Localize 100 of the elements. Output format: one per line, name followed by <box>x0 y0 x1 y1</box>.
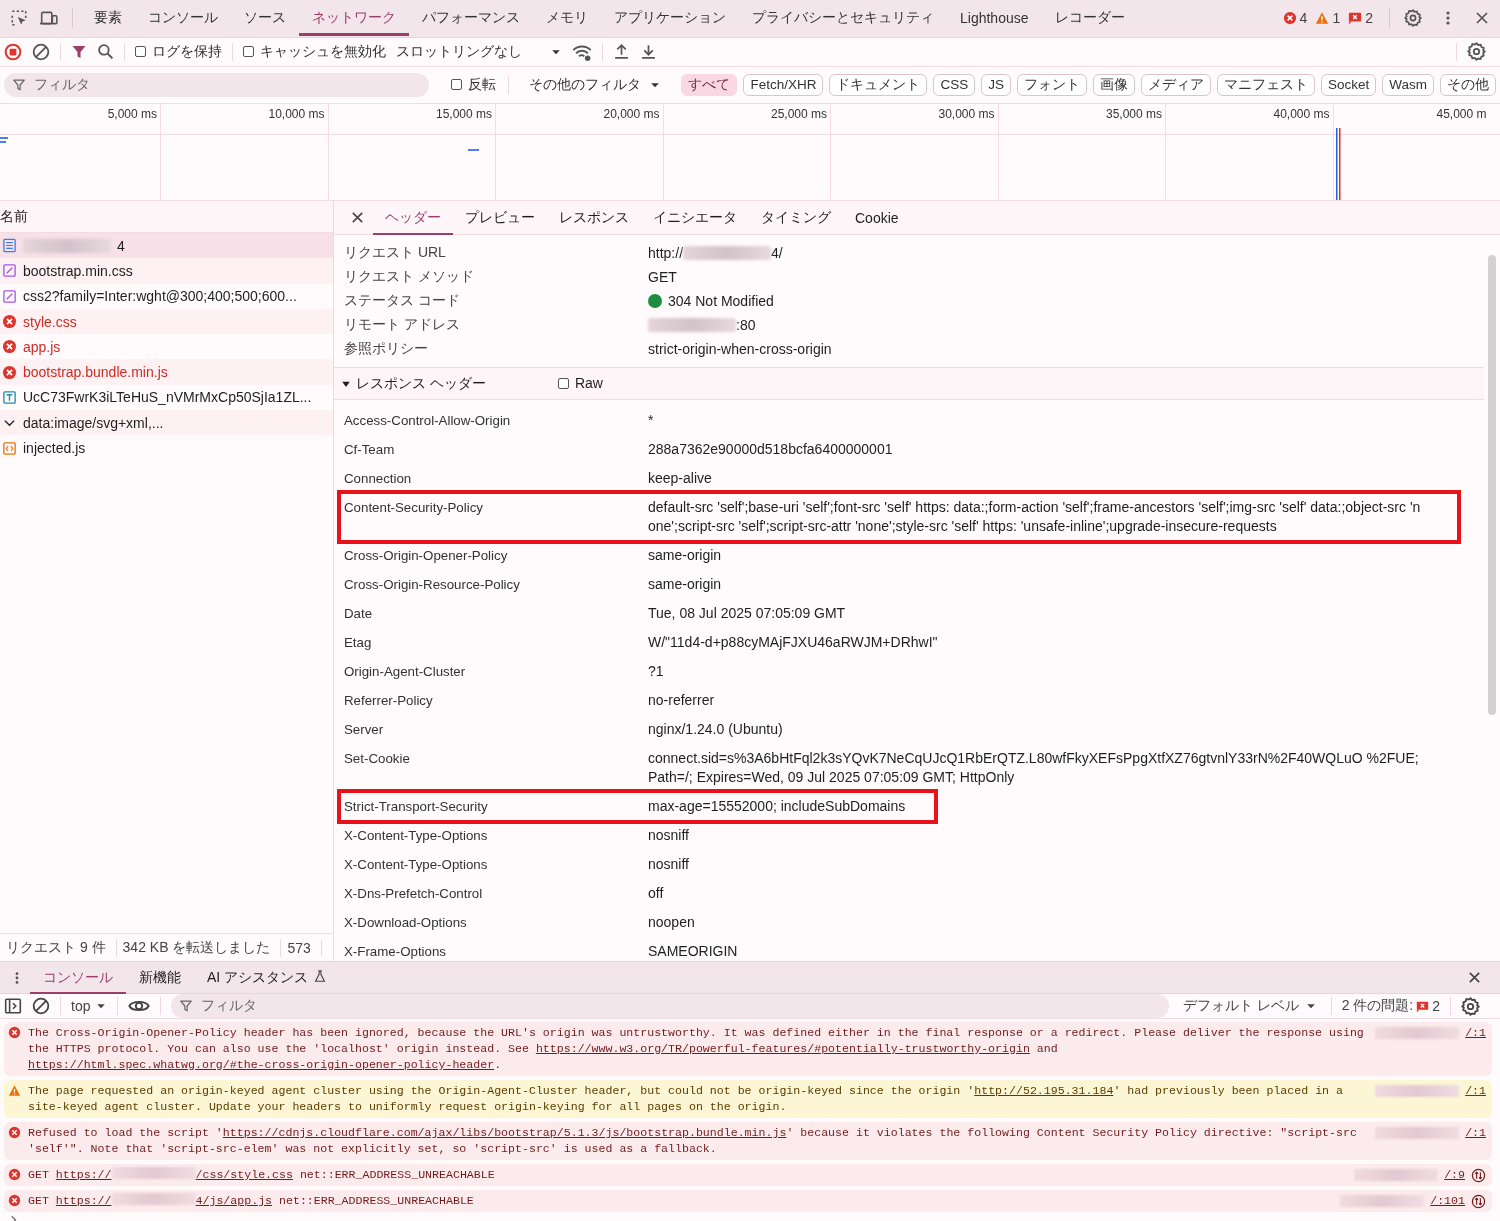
filter-field[interactable]: フィルタ <box>171 994 1169 1018</box>
panel-tab[interactable]: 要素 <box>81 0 135 36</box>
detail-tab[interactable]: レスポンス <box>547 201 641 235</box>
header-name: X-Frame-Options <box>344 943 447 961</box>
general-field-name: ステータス コード <box>344 292 461 310</box>
header-name: Cross-Origin-Resource-Policy <box>344 576 521 594</box>
invert-checkbox[interactable]: 反転 <box>451 75 497 94</box>
warning-count[interactable]: 1 <box>1315 10 1341 26</box>
drawer-tab[interactable]: 新機能 <box>126 962 194 994</box>
request-name: injected.js <box>23 440 86 456</box>
detail-tab[interactable]: タイミング <box>749 201 843 235</box>
general-field-value: GET <box>648 269 677 285</box>
header-name: Connection <box>344 470 413 488</box>
request-row[interactable]: bootstrap.min.css <box>0 258 333 284</box>
header-name: Date <box>344 605 374 623</box>
panel-tab[interactable]: プライバシーとセキュリティ <box>739 0 947 36</box>
header-value: * <box>648 411 654 430</box>
type-filter-chip[interactable]: Wasm <box>1382 73 1434 96</box>
message-link[interactable]: http://52.195.31.184 <box>974 1084 1114 1097</box>
request-row[interactable]: bootstrap.bundle.min.js <box>0 359 333 385</box>
type-filter-chip[interactable]: 画像 <box>1092 73 1135 96</box>
time-tick-label: 10,000 ms <box>268 107 325 121</box>
request-row[interactable]: style.css <box>0 308 333 335</box>
time-tick-label: 20,000 ms <box>603 107 660 121</box>
panel-tab[interactable]: ソース <box>231 0 299 36</box>
source-link[interactable]: /:1 <box>1465 1083 1486 1099</box>
more-filters-dropdown[interactable]: その他のフィルタ <box>521 75 676 94</box>
type-filter-chip[interactable]: フォント <box>1016 73 1087 96</box>
general-field-value: 4/ <box>771 245 783 261</box>
source-link[interactable]: /:101 <box>1430 1193 1465 1209</box>
message-link[interactable]: https://html.spec.whatwg.org/#the-cross-origin-opener-policy-header <box>28 1058 495 1071</box>
type-filter-chip[interactable]: CSS <box>933 73 976 96</box>
detail-tab[interactable]: プレビュー <box>453 201 547 235</box>
type-filter-chip[interactable]: すべて <box>681 73 738 96</box>
filter-placeholder: フィルタ <box>201 997 258 1015</box>
request-row[interactable]: UcC73FwrK3iLTeHuS_nVMrMxCp50SjIa1ZL... <box>0 384 333 411</box>
general-field-name: 参照ポリシー <box>344 340 429 358</box>
detail-tab[interactable]: Cookie <box>843 201 911 235</box>
header-name: Cf-Team <box>344 441 396 459</box>
request-name: bootstrap.min.css <box>23 262 133 279</box>
console-message-text: Refused to load the script 'https://cdnjs.cloudflare.com/ajax/libs/bootstrap/5.1.3/js/bootstrap.bundle.min.js' because it violates the following Content Security Policy directive: "script-src 'self'". Note that 'script-src-elem' was not explicitly set, so 'script-src' is used as a fallback. <box>28 1125 1358 1157</box>
source-link[interactable]: /:9 <box>1444 1167 1465 1183</box>
panel-tab[interactable]: コンソール <box>135 0 231 36</box>
drawer-tab[interactable]: コンソール <box>30 962 126 994</box>
header-value: no-referrer <box>648 691 715 710</box>
type-filter-chip[interactable]: Fetch/XHR <box>743 73 824 96</box>
status-text: 342 KB を転送しました <box>116 938 282 957</box>
detail-tab[interactable]: イニシエータ <box>641 201 749 235</box>
filter-field[interactable]: フィルタ <box>4 72 430 97</box>
request-row[interactable]: app.js <box>0 334 333 360</box>
column-header[interactable]: 名前 <box>0 207 28 226</box>
context-dropdown[interactable]: top <box>71 998 108 1014</box>
header-value: nosniff <box>648 855 689 874</box>
request-row[interactable]: 4 <box>0 233 333 259</box>
preserve-log-checkbox[interactable]: ログを保持 <box>135 42 222 61</box>
throttling-dropdown[interactable]: スロットリングなし <box>396 42 562 61</box>
type-filter-chip[interactable]: JS <box>981 73 1011 96</box>
type-filter-chip[interactable]: その他 <box>1440 73 1496 96</box>
drawer-tab[interactable]: AI アシスタンス <box>194 962 322 994</box>
panel-tab[interactable]: ネットワーク <box>299 0 409 36</box>
header-value: keep-alive <box>648 469 712 488</box>
message-link[interactable]: https:// <box>55 1168 112 1181</box>
type-filter-chip[interactable]: マニフェスト <box>1216 73 1315 96</box>
type-filter-chip[interactable]: メディア <box>1140 73 1211 96</box>
header-name: Etag <box>344 634 373 652</box>
request-row[interactable]: css2?family=Inter:wght@300;400;500;600... <box>0 283 333 309</box>
message-link[interactable]: 4/js/app.js <box>195 1194 273 1207</box>
status-text: 573 <box>281 939 322 956</box>
panel-tab[interactable]: アプリケーション <box>601 0 739 36</box>
message-link[interactable]: https://cdnjs.cloudflare.com/ajax/libs/bootstrap/5.1.3/js/bootstrap.bundle.min.js <box>222 1126 787 1139</box>
request-row[interactable]: data:image/svg+xml,... <box>0 410 333 436</box>
type-filter-chip[interactable]: Socket <box>1320 73 1377 96</box>
panel-tab[interactable]: Lighthouse <box>947 0 1042 36</box>
source-link[interactable]: /:1 <box>1465 1025 1486 1041</box>
disable-cache-checkbox[interactable]: キャッシュを無効化 <box>243 42 386 61</box>
message-link[interactable]: https://www.w3.org/TR/powerful-features/#potentially-trustworthy-origin <box>535 1042 1030 1055</box>
header-name: Access-Control-Allow-Origin <box>344 412 512 430</box>
request-row[interactable]: injected.js <box>0 435 333 461</box>
log-level-dropdown[interactable]: デフォルト レベル <box>1178 997 1321 1015</box>
header-value: nosniff <box>648 826 689 845</box>
header-value: SAMEORIGIN <box>648 942 738 961</box>
detail-tab[interactable]: ヘッダー <box>373 201 453 235</box>
message-link[interactable]: /css/style.css <box>195 1168 293 1181</box>
raw-checkbox[interactable]: Raw <box>557 375 603 392</box>
section-title[interactable]: レスポンス ヘッダー <box>356 374 486 393</box>
type-filter-chip[interactable]: ドキュメント <box>829 73 928 96</box>
source-link[interactable]: /:1 <box>1465 1125 1486 1141</box>
header-name: Server <box>344 721 385 739</box>
issues-link[interactable]: 2 件の問題: 2 <box>1341 997 1440 1015</box>
panel-tab[interactable]: メモリ <box>533 0 601 36</box>
issue-count[interactable]: 2 <box>1348 10 1373 26</box>
time-tick-label: 5,000 ms <box>107 107 157 121</box>
panel-tab[interactable]: レコーダー <box>1041 0 1138 36</box>
panel-tab[interactable]: パフォーマンス <box>409 0 533 36</box>
time-tick-label: 35,000 ms <box>1105 107 1162 121</box>
time-tick-label: 15,000 ms <box>435 107 492 121</box>
message-link[interactable]: https:// <box>55 1194 112 1207</box>
request-name: 4 <box>117 237 125 254</box>
error-count[interactable]: 4 <box>1282 10 1308 26</box>
header-value: same-origin <box>648 546 722 565</box>
